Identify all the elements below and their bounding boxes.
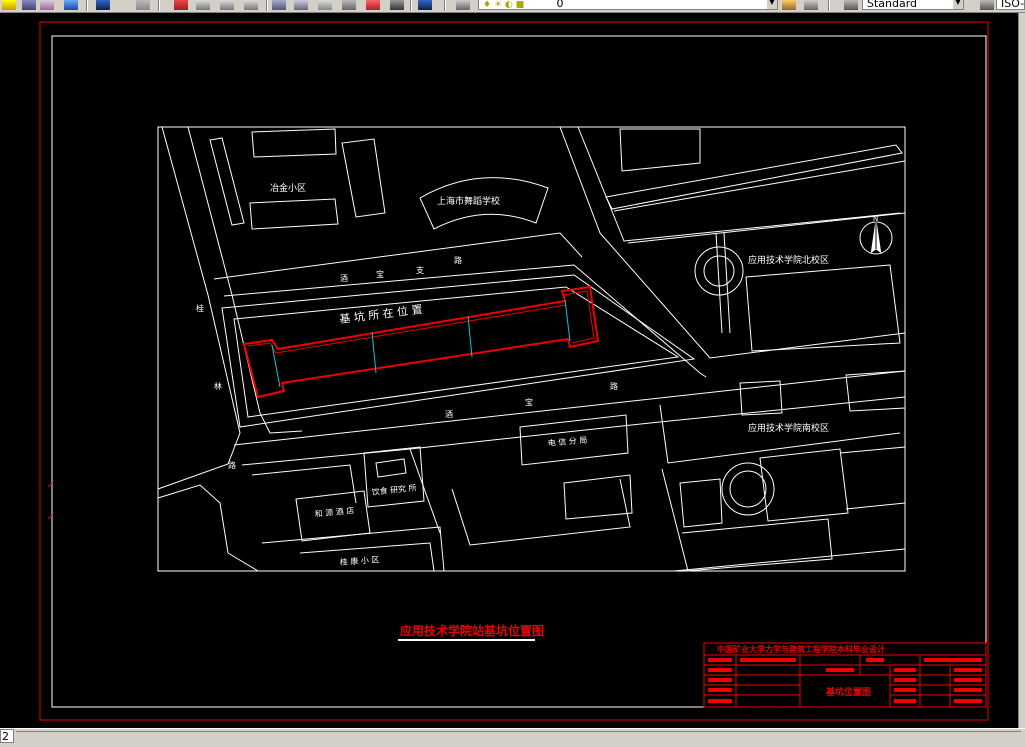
- text-style-value: Standard: [867, 0, 918, 10]
- road-bottom-char: 路: [610, 381, 618, 391]
- label-south-campus: 应用技术学院南校区: [748, 422, 829, 434]
- help-icon[interactable]: [418, 0, 432, 10]
- campus-edge: [715, 232, 723, 334]
- layer-state-icons: ♦ ☀ ◐ ■: [483, 0, 525, 10]
- drawing-svg: N 冶金小区 上海市舞蹈学校 应用技术学院北校区 应用技术学院南校区 基 坑 所…: [39, 21, 989, 721]
- layer-combo[interactable]: ♦ ☀ ◐ ■ 0 ▼: [478, 0, 778, 10]
- layer-manager-icon[interactable]: [456, 0, 470, 10]
- road-top-char: 支: [416, 265, 424, 275]
- markup-icon[interactable]: [366, 0, 380, 10]
- calculator-icon[interactable]: [390, 0, 404, 10]
- text-style-icon[interactable]: [844, 0, 858, 10]
- dim-style-value: ISO-25: [1001, 0, 1025, 10]
- building: [745, 264, 901, 352]
- building: [341, 138, 386, 218]
- zoom-previous-icon[interactable]: [244, 0, 258, 10]
- toolbar-separator: [410, 0, 412, 11]
- building: [249, 198, 339, 230]
- north-label: N: [873, 215, 878, 223]
- campus-edge: [673, 548, 906, 572]
- redo-icon[interactable]: [136, 0, 150, 10]
- building: [451, 478, 631, 546]
- toolbar-separator: [266, 0, 268, 11]
- roundabout-inner: [729, 470, 767, 508]
- pan-icon[interactable]: [174, 0, 188, 10]
- chevron-down-icon: ▼: [953, 0, 963, 9]
- zoom-realtime-icon[interactable]: [196, 0, 210, 10]
- north-arrow-icon: N: [859, 215, 893, 255]
- design-center-icon[interactable]: [294, 0, 308, 10]
- site-block-inner: [233, 286, 680, 418]
- road-top-char: 宝: [376, 269, 384, 279]
- label-pit: 基 坑 所 在 位 置: [339, 302, 424, 326]
- label-yejin: 冶金小区: [270, 182, 306, 194]
- dim-style-combo[interactable]: ISO-25: [996, 0, 1025, 10]
- building: [363, 446, 425, 508]
- building: [613, 160, 906, 212]
- text-style-combo[interactable]: Standard ▼: [862, 0, 964, 10]
- title-block-project: 基坑位置图: [825, 686, 871, 698]
- horizontal-scrollbar[interactable]: [16, 731, 1021, 744]
- print-icon[interactable]: [40, 0, 54, 10]
- layout-tab[interactable]: 2: [0, 729, 14, 743]
- label-jiankang: 桂 康 小 区: [339, 554, 379, 567]
- save-icon[interactable]: [22, 0, 36, 10]
- building: [375, 458, 407, 478]
- building: [209, 137, 245, 226]
- label-food: 饮食 研究 所: [371, 482, 417, 497]
- campus-edge: [661, 468, 689, 572]
- title-block-header: 中国矿业大学力学与建筑工程学院本科毕业设计: [717, 644, 885, 654]
- road-top-char: 酒: [340, 274, 348, 283]
- undo-icon[interactable]: [96, 0, 110, 10]
- campus-edge: [659, 404, 901, 464]
- match-properties-icon[interactable]: [64, 0, 78, 10]
- properties-icon[interactable]: [272, 0, 286, 10]
- frame-mark: [47, 482, 53, 520]
- drawing-canvas[interactable]: N 冶金小区 上海市舞蹈学校 应用技术学院北校区 应用技术学院南校区 基 坑 所…: [0, 13, 1018, 728]
- chevron-down-icon: ▼: [767, 0, 777, 9]
- label-telecom: 电 信 分 局: [547, 435, 587, 448]
- building: [605, 144, 903, 210]
- road-edge: [187, 126, 303, 434]
- campus-edge: [839, 446, 906, 510]
- title-block: 中国矿业大学力学与建筑工程学院本科毕业设计 基坑位置图: [703, 642, 987, 708]
- vertical-scrollbar[interactable]: [1018, 13, 1025, 728]
- building: [679, 478, 723, 528]
- toolbar-separator: [828, 0, 830, 11]
- make-layer-current-icon[interactable]: [782, 0, 796, 10]
- road-left-char: 林: [214, 381, 222, 391]
- road-edge: [223, 264, 707, 378]
- road-bottom-char: 宝: [525, 397, 533, 407]
- toolbar-separator: [158, 0, 160, 11]
- road-left-char: 桂: [196, 303, 204, 313]
- toolbar: ♦ ☀ ◐ ■ 0 ▼ Standard ▼ ISO-25: [0, 0, 1025, 13]
- road-edge: [559, 126, 906, 359]
- toolbar-separator: [86, 0, 88, 11]
- label-north-campus: 应用技术学院北校区: [748, 254, 829, 266]
- building: [619, 128, 701, 172]
- toolbar-separator: [444, 0, 446, 11]
- road-top-char: 路: [454, 255, 462, 265]
- road-edge: [157, 484, 259, 572]
- tool-palettes-icon[interactable]: [318, 0, 332, 10]
- building: [251, 128, 337, 158]
- road-bottom-char: 酒: [445, 410, 453, 419]
- zoom-window-icon[interactable]: [220, 0, 234, 10]
- layer-previous-icon[interactable]: [804, 0, 818, 10]
- road-edge: [213, 232, 583, 280]
- main-title: 应用技术学院站基坑位置图: [400, 623, 544, 638]
- layout-tab-bar: 2: [0, 728, 1025, 747]
- dim-style-icon[interactable]: [980, 0, 994, 10]
- drawing-frame: [51, 35, 987, 708]
- building: [563, 474, 633, 520]
- layer-combo-value: 0: [556, 0, 564, 10]
- road-left-char: 路: [228, 460, 236, 470]
- sheet-set-icon[interactable]: [342, 0, 356, 10]
- road-edge: [251, 464, 445, 572]
- label-wudao: 上海市舞蹈学校: [437, 195, 500, 207]
- open-icon[interactable]: [2, 0, 16, 10]
- label-hegan: 和 源 酒 店: [314, 505, 354, 519]
